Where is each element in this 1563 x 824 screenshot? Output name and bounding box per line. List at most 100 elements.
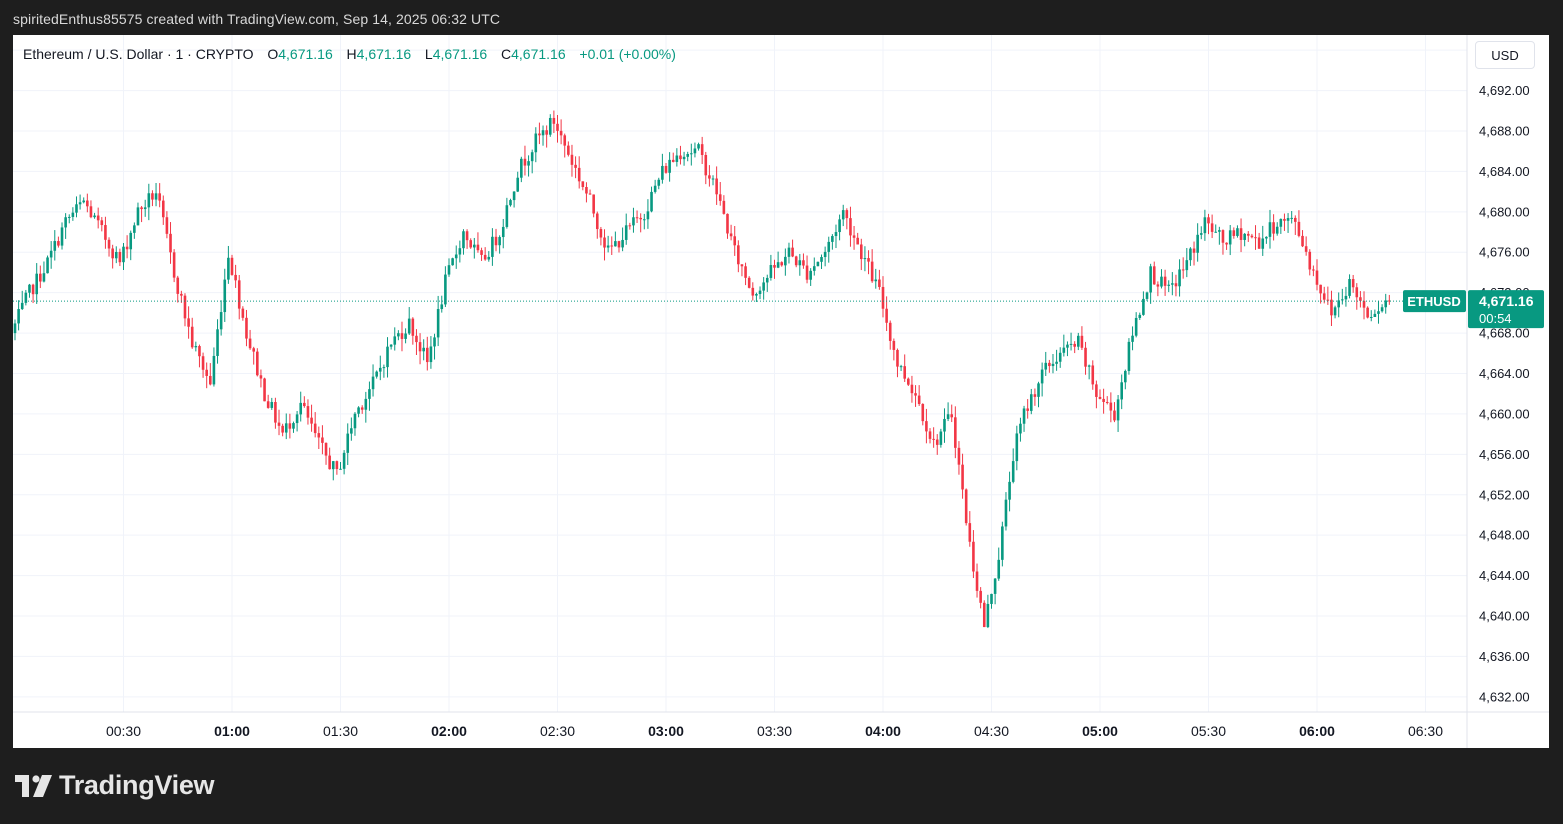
candle-body [223,279,227,313]
chart-panel[interactable]: 4,632.00 4,636.00 4,640.00 4,644.00 4,648.00… [13,35,1549,748]
candle-body [700,144,704,155]
candle-body [917,395,921,404]
candle [1326,286,1330,305]
candle [136,202,140,226]
candle [357,406,360,418]
candle [75,196,78,218]
candle-body [733,236,737,246]
tradingview-logo[interactable]: TradingView [15,770,215,801]
candle [653,179,657,194]
candle [964,488,968,526]
candle-body [682,156,686,160]
candle-body [1127,341,1131,371]
candle-body [140,207,143,210]
candle [935,434,939,455]
candle [389,344,393,350]
candle-body [313,423,317,434]
candle [237,274,241,320]
candle [364,391,368,423]
candle-body [740,264,744,267]
candle [545,125,548,148]
candle-body [190,326,194,348]
candle [1080,326,1084,351]
candle-body [737,245,740,265]
price-axis-labels: 4,632.00 4,636.00 4,640.00 4,644.00 4,648.00… [1479,43,1530,705]
candle [1261,225,1265,256]
candle-body [574,164,577,168]
candle-body [1077,335,1080,347]
symbol-title[interactable]: Ethereum / U.S. Dollar · 1 · CRYPTO [23,46,254,62]
candle [13,319,17,341]
price-tick-label: 4,640.00 [1479,609,1530,624]
candle [259,369,263,388]
candle-body [581,181,585,188]
candle-body [331,461,335,470]
candle-body [198,346,201,357]
candle [646,199,650,229]
candle-body [447,265,451,275]
candle-body [57,241,60,246]
candle-body [711,178,715,180]
candle-body [961,464,964,490]
candle-body [1214,231,1218,233]
candle [1022,405,1026,432]
candle-body [248,338,252,349]
candle-body [1178,269,1181,287]
candle-body [1131,335,1134,342]
candle-body [454,254,458,259]
candle-body [1297,221,1301,236]
time-tick-label: 00:30 [106,723,141,739]
candle [93,212,96,219]
candle-body [805,265,809,280]
candle-body [407,318,411,334]
candle [682,151,686,166]
candle-body [483,254,487,260]
candle [288,413,292,439]
candle [422,339,425,361]
candle [762,277,765,300]
candle-body [433,337,436,347]
candle [1196,223,1199,262]
candle-body [588,193,592,195]
currency-selector[interactable]: USD [1475,41,1535,69]
candle [1308,249,1312,276]
candle-body [704,154,708,176]
candle [907,377,910,386]
candle [42,261,46,283]
candle-body [982,602,986,628]
candle [520,156,523,183]
candle [679,145,682,165]
candle-body [378,367,382,372]
candle [67,214,71,224]
price-chart[interactable]: 4,632.00 4,636.00 4,640.00 4,644.00 4,648.00… [13,35,1549,748]
candle [324,442,328,465]
candle [932,427,935,448]
candle [1304,236,1308,256]
candle-body [523,158,527,166]
candle-body [13,323,17,334]
candle [1044,351,1048,376]
candle [950,404,954,423]
candle-body [823,251,827,258]
candle-body [1239,228,1243,240]
candle [111,244,114,269]
candle [1250,233,1254,239]
candle [823,246,827,267]
candle-body [1218,230,1221,232]
candle-body [473,244,476,248]
candle [737,240,740,273]
candle [961,453,964,499]
candle-body [418,342,422,352]
candle [400,321,404,352]
candle [284,413,288,440]
candle-body [784,256,787,266]
price-tick-label: 4,688.00 [1479,123,1530,138]
candle-body [1156,284,1160,287]
candle [78,194,82,210]
candle [718,182,722,206]
high-label: H [346,46,357,62]
candle [1239,218,1243,253]
candle-body [411,318,415,336]
candle [190,317,194,349]
candle [122,242,125,271]
